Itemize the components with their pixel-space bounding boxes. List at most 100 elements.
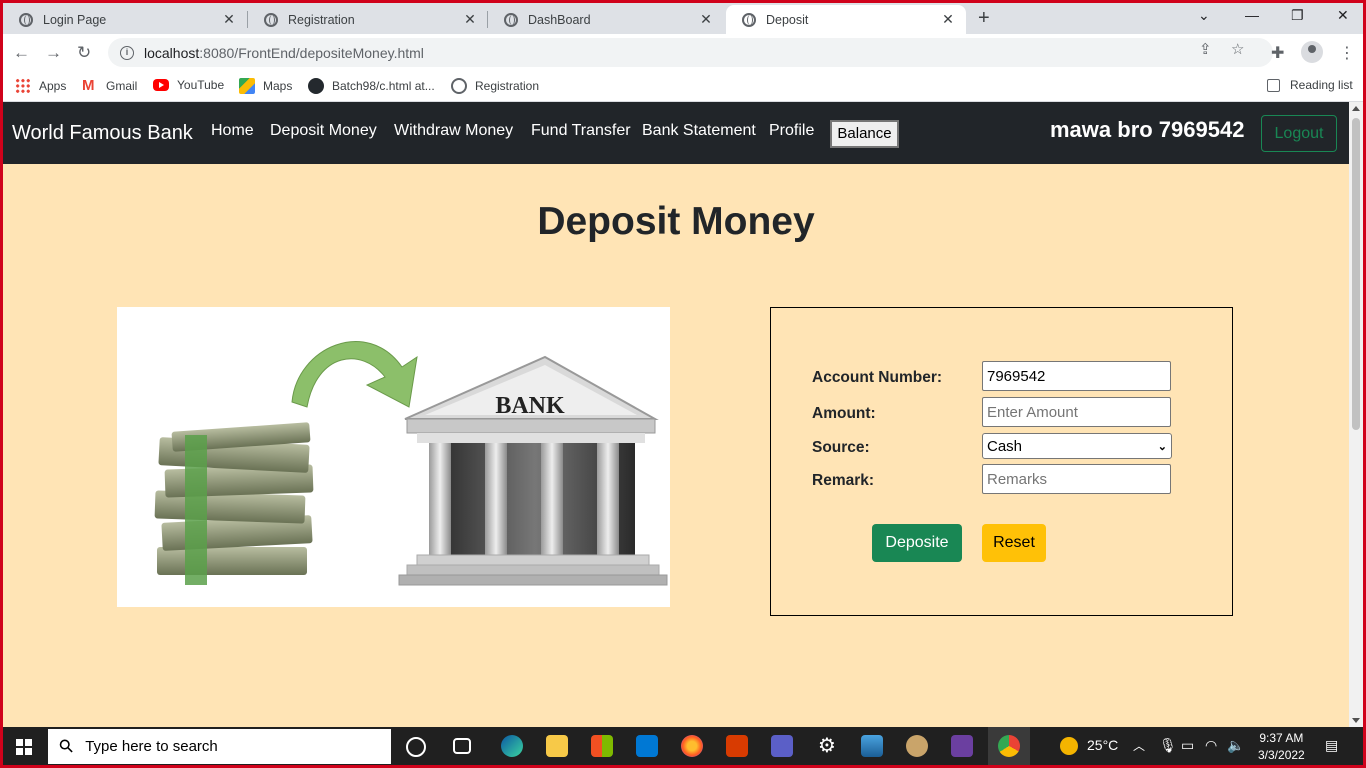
share-icon[interactable]: ⇪ [1199,40,1212,58]
tab-title: Deposit [766,12,809,27]
taskbar-search-placeholder: Type here to search [85,738,218,755]
bookmark-label: Maps [263,79,293,93]
tab-registration[interactable]: Registration ✕ [248,5,488,34]
money-to-bank-image: BANK [154,341,668,586]
tab-deposit[interactable]: Deposit ✕ [726,5,966,34]
microphone-icon[interactable]: 🎙 [1159,737,1177,754]
profile-avatar-icon[interactable] [1301,41,1323,63]
nav-bank-statement[interactable]: Bank Statement [642,122,756,140]
bookmark-gmail[interactable]: M Gmail [82,78,137,94]
bookmark-label: Registration [475,79,540,93]
clock-time: 9:37 AM [1259,731,1304,745]
tab-title: DashBoard [528,12,591,27]
tab-dashboard[interactable]: DashBoard ✕ [488,5,724,34]
bookmark-maps[interactable]: Maps [239,78,292,94]
browser-window: Login Page ✕ Registration ✕ DashBoard ✕ … [3,3,1363,765]
battery-icon[interactable]: ▭ [1181,737,1194,754]
close-icon[interactable]: ✕ [698,11,714,28]
nav-profile[interactable]: Profile [769,122,814,140]
photos-icon[interactable] [861,735,883,757]
bookmark-github[interactable]: Batch98/c.html at... [308,78,435,94]
deposit-illustration: BANK [117,307,670,607]
scroll-up-arrow-icon[interactable] [1352,106,1360,111]
money-stack [154,422,314,585]
teams-icon[interactable] [771,735,793,757]
page-title: Deposit Money [537,200,815,243]
store-icon[interactable] [591,735,613,757]
edge-icon[interactable] [501,735,523,757]
address-bar[interactable]: i localhost:8080/FrontEnd/depositeMoney.… [108,38,1273,67]
window-close-icon[interactable]: ✕ [1337,7,1349,24]
scroll-thumb[interactable] [1352,118,1360,430]
brand-logo-text[interactable]: World Famous Bank [12,122,193,145]
nav-home[interactable]: Home [211,122,254,140]
office-icon[interactable] [726,735,748,757]
task-view-icon[interactable] [453,738,471,754]
game-app-icon[interactable] [951,735,973,757]
bookmark-label: Batch98/c.html at... [332,79,435,93]
tab-strip: Login Page ✕ Registration ✕ DashBoard ✕ … [3,3,1363,34]
tab-search-chevron-icon[interactable]: ⌄ [1198,7,1210,24]
wifi-icon[interactable]: ◠ [1205,737,1217,754]
source-label: Source: [812,439,870,456]
bookmark-label: YouTube [177,78,225,92]
file-explorer-icon[interactable] [546,735,568,757]
remark-field[interactable] [982,464,1171,494]
paint-icon[interactable] [906,735,928,757]
taskbar-search-box[interactable]: ⚲ Type here to search [48,729,391,764]
notification-icon[interactable]: ▤ [1325,737,1338,754]
reset-button[interactable]: Reset [982,524,1046,562]
page-scrollbar[interactable] [1349,102,1363,727]
amount-field[interactable] [982,397,1171,427]
new-tab-plus-icon[interactable]: + [978,7,990,30]
search-icon: ⚲ [54,734,78,758]
weather-temperature[interactable]: 25°C [1087,737,1118,753]
close-icon[interactable]: ✕ [940,11,956,28]
mail-icon[interactable] [636,735,658,757]
chevron-down-icon: ⌄ [1157,440,1167,453]
minimize-icon[interactable]: — [1245,7,1259,23]
close-icon[interactable]: ✕ [221,11,237,28]
back-arrow-icon[interactable]: ← [13,43,30,63]
reload-icon[interactable]: ↻ [77,43,91,63]
deposit-button[interactable]: Deposite [872,524,962,562]
tray-chevron-up-icon[interactable]: ︿ [1133,737,1145,754]
nav-withdraw-money[interactable]: Withdraw Money [394,122,513,140]
globe-icon [504,12,518,27]
restore-icon[interactable]: ❐ [1291,7,1304,24]
taskbar-clock[interactable]: 9:37 AM 3/3/2022 [1258,730,1305,764]
scroll-down-arrow-icon[interactable] [1352,718,1360,723]
volume-icon[interactable]: 🔈 [1227,737,1244,754]
settings-gear-icon[interactable]: ⚙ [816,735,838,757]
site-info-icon[interactable]: i [120,45,134,60]
bookmark-registration[interactable]: Registration [451,78,539,94]
bookmark-star-icon[interactable]: ☆ [1231,40,1244,58]
user-display-name: mawa bro 7969542 [1050,117,1245,142]
source-select[interactable]: Cash ⌄ [982,433,1172,459]
bookmark-label: Apps [39,79,67,93]
site-navbar: World Famous Bank Home Deposit Money Wit… [3,102,1349,164]
balance-button[interactable]: Balance [830,120,899,148]
weather-sun-icon[interactable] [1060,737,1078,755]
extensions-puzzle-icon[interactable]: ✚ [1271,43,1284,63]
tab-login-page[interactable]: Login Page ✕ [3,5,247,34]
nav-deposit-money[interactable]: Deposit Money [270,122,377,140]
reading-list-button[interactable]: Reading list [1267,78,1353,92]
deposit-form: Account Number: Amount: Source: Cash ⌄ R… [770,307,1233,616]
logout-button[interactable]: Logout [1261,115,1337,152]
chrome-icon[interactable] [998,735,1020,757]
windows-taskbar: ⚲ Type here to search ⚙ 25°C ︿ 🎙 ▭ ◠ 🔈 9… [3,727,1363,765]
apps-grid-icon [15,78,31,94]
nav-fund-transfer[interactable]: Fund Transfer [531,122,631,140]
bookmark-apps[interactable]: Apps [15,78,66,94]
cortana-icon[interactable] [406,737,426,757]
close-icon[interactable]: ✕ [462,11,478,28]
menu-kebab-icon[interactable]: ⋮ [1339,43,1355,63]
account-number-field[interactable] [982,361,1171,391]
firefox-icon[interactable] [681,735,703,757]
gmail-icon: M [82,77,95,94]
windows-start-icon[interactable] [16,739,32,755]
forward-arrow-icon[interactable]: → [45,43,62,63]
bookmark-youtube[interactable]: YouTube [153,78,224,92]
maps-icon [239,78,255,94]
